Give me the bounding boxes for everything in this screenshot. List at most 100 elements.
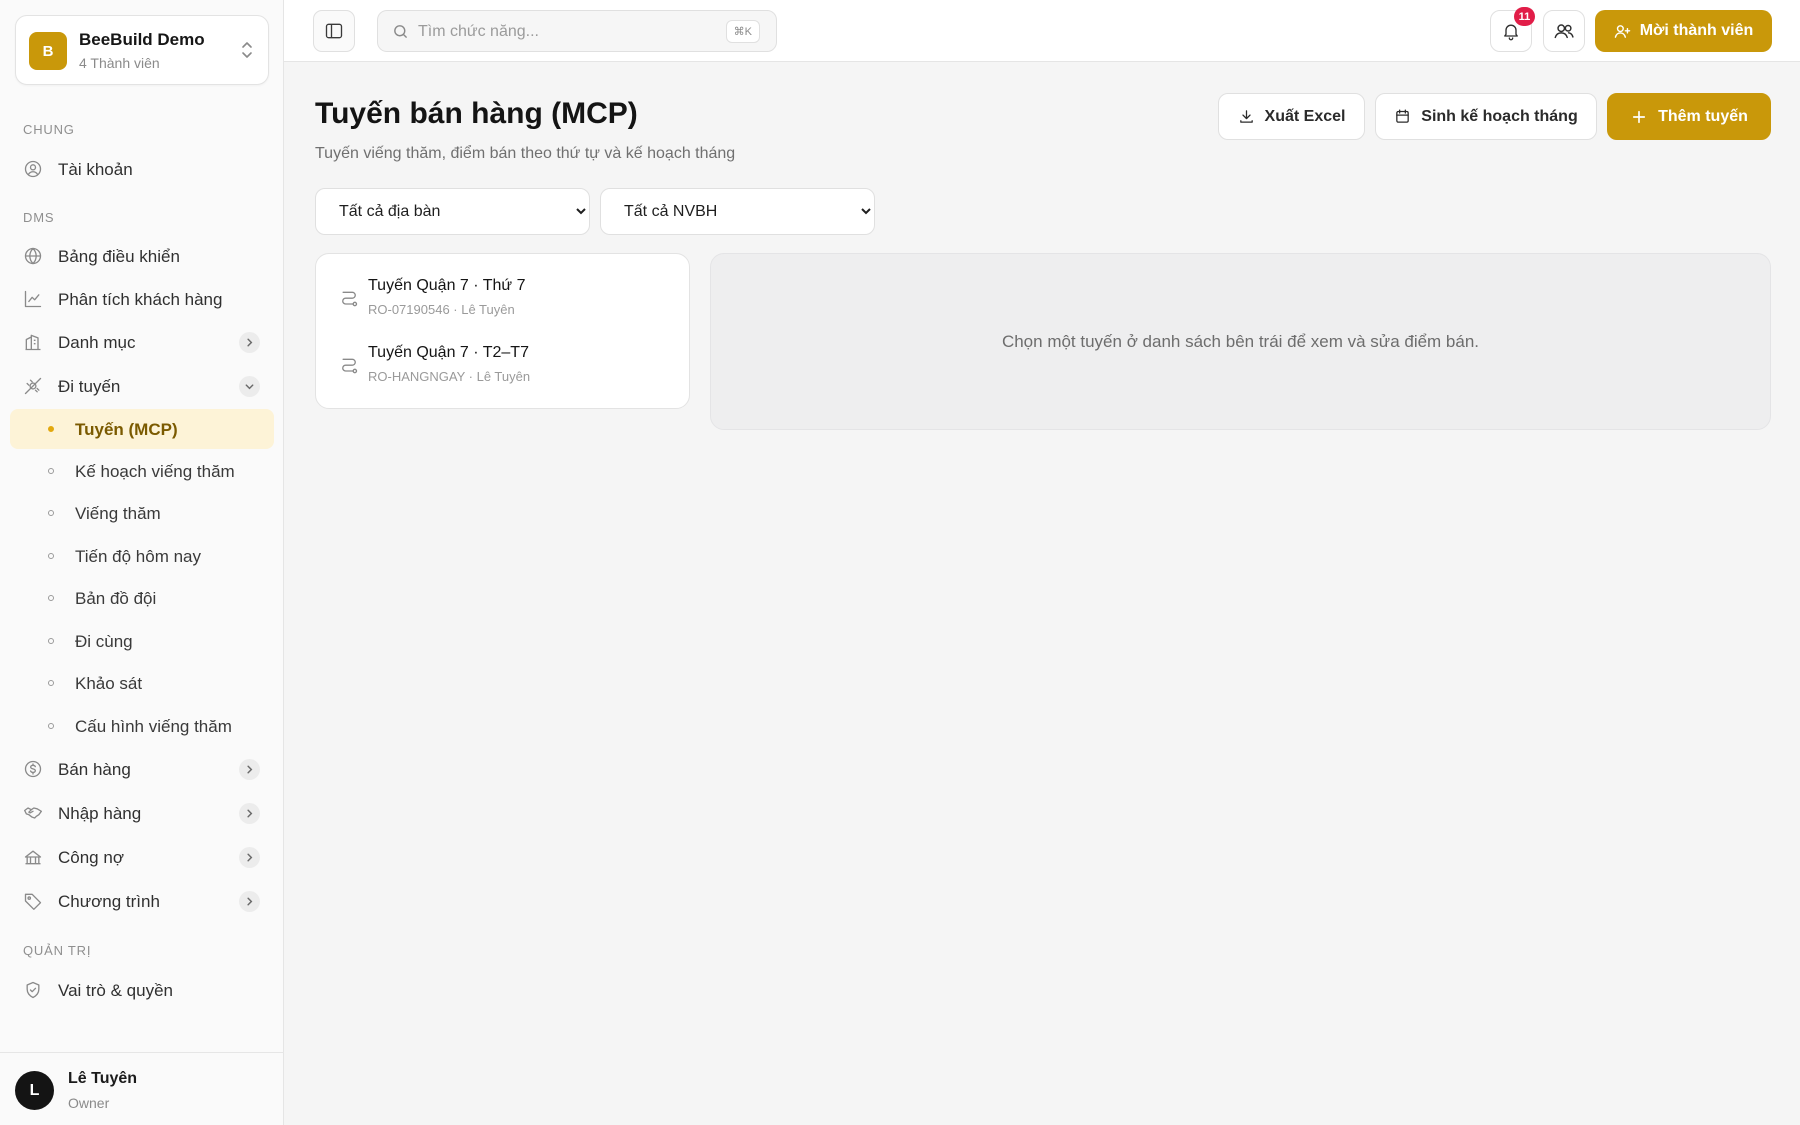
chevrons-up-down-icon	[242, 42, 252, 58]
route-meta: RO-HANGNGAY · Lê Tuyên	[368, 369, 531, 384]
notification-count-badge: 11	[1514, 7, 1535, 26]
sidebar-item-programs[interactable]: Chương trình	[10, 881, 274, 921]
user-menu[interactable]: L Lê Tuyên Owner	[0, 1052, 284, 1125]
list-item[interactable]: Tuyến Quận 7 · T2–T7 RO-HANGNGAY · Lê Tu…	[316, 334, 691, 396]
sidebar-item-purchasing[interactable]: Nhập hàng	[10, 793, 274, 833]
staff-filter-select[interactable]: Tất cả NVBH	[600, 188, 875, 235]
bullet-icon	[48, 553, 54, 559]
workspace-members: 4 Thành viên	[79, 55, 160, 71]
sidebar-item-label: Công nợ	[58, 848, 124, 867]
route-icon	[342, 291, 358, 307]
sidebar-item-customer-analysis[interactable]: Phân tích khách hàng	[10, 279, 274, 319]
bullet-icon	[48, 638, 54, 644]
page-subtitle: Tuyến viếng thăm, điểm bán theo thứ tự v…	[315, 145, 736, 162]
calendar-icon	[1396, 109, 1410, 123]
sidebar-subitem-visits[interactable]: Viếng thăm	[10, 493, 274, 533]
members-button[interactable]	[1543, 10, 1585, 52]
sidebar-toggle-button[interactable]	[313, 10, 355, 52]
sidebar-subitem-label: Đi cùng	[75, 632, 133, 651]
sidebar-item-sales[interactable]: Bán hàng	[10, 749, 274, 789]
section-label-admin: QUẢN TRỊ	[23, 943, 92, 958]
bullet-icon	[48, 426, 54, 432]
section-label-general: CHUNG	[23, 122, 75, 137]
empty-state-message: Chọn một tuyến ở danh sách bên trái để x…	[1001, 331, 1480, 351]
section-label-dms: DMS	[23, 210, 55, 225]
sidebar-subitem-label: Tiến độ hôm nay	[75, 547, 201, 566]
avatar: L	[15, 1071, 54, 1110]
chevron-right-icon[interactable]	[239, 891, 260, 912]
sidebar-item-label: Phân tích khách hàng	[58, 290, 223, 309]
shortcut-hint: ⌘K	[725, 20, 760, 43]
globe-icon	[24, 247, 42, 265]
download-icon	[1239, 110, 1253, 123]
list-item[interactable]: Tuyến Quận 7 · Thứ 7 RO-07190546 · Lê Tu…	[316, 267, 691, 329]
route-pin-icon	[24, 377, 42, 395]
sidebar-item-catalog[interactable]: Danh mục	[10, 322, 274, 362]
user-plus-icon	[1614, 24, 1630, 38]
export-excel-button[interactable]: Xuất Excel	[1218, 93, 1365, 140]
sidebar-item-dashboard[interactable]: Bảng điều khiển	[10, 236, 274, 276]
sidebar-subitem-ride-along[interactable]: Đi cùng	[10, 621, 274, 661]
sidebar-subitem-survey[interactable]: Khảo sát	[10, 663, 274, 703]
sidebar-item-debt[interactable]: Công nợ	[10, 837, 274, 877]
sidebar-subitem-label: Tuyến (MCP)	[75, 420, 178, 439]
users-icon	[1554, 24, 1574, 39]
building-icon	[25, 334, 41, 351]
area-filter-select[interactable]: Tất cả địa bàn	[315, 188, 590, 235]
invite-member-label: Mời thành viên	[1639, 22, 1754, 39]
sidebar-item-roles[interactable]: Vai trò & quyền	[10, 970, 274, 1010]
sidebar-item-label: Đi tuyến	[58, 377, 121, 396]
route-list: Tuyến Quận 7 · Thứ 7 RO-07190546 · Lê Tu…	[315, 253, 690, 409]
user-circle-icon	[24, 160, 42, 178]
user-role: Owner	[68, 1095, 110, 1111]
route-name: Tuyến Quận 7 · T2–T7	[368, 344, 529, 361]
search-icon	[394, 25, 407, 38]
page-title: Tuyến bán hàng (MCP)	[315, 97, 638, 130]
chevron-down-icon[interactable]	[239, 376, 260, 397]
sidebar-item-label: Vai trò & quyền	[58, 981, 173, 1000]
chevron-right-icon[interactable]	[239, 847, 260, 868]
route-meta: RO-07190546 · Lê Tuyên	[368, 302, 515, 317]
sidebar: B BeeBuild Demo 4 Thành viên CHUNG Tài k…	[0, 0, 284, 1125]
sidebar-subitem-team-map[interactable]: Bản đồ đội	[10, 578, 274, 618]
chevron-right-icon[interactable]	[239, 759, 260, 780]
sidebar-item-routing[interactable]: Đi tuyến	[10, 366, 274, 406]
sidebar-subitem-visit-config[interactable]: Cấu hình viếng thăm	[10, 706, 274, 746]
chevron-right-icon[interactable]	[239, 332, 260, 353]
sidebar-item-label: Danh mục	[58, 333, 136, 352]
sidebar-item-label: Bảng điều khiển	[58, 247, 180, 266]
workspace-switcher[interactable]: B BeeBuild Demo 4 Thành viên	[15, 15, 269, 85]
add-route-label: Thêm tuyến	[1658, 107, 1748, 125]
sidebar-subitem-today-progress[interactable]: Tiến độ hôm nay	[10, 536, 274, 576]
panel-left-icon	[325, 23, 343, 39]
user-name: Lê Tuyên	[68, 1070, 138, 1087]
handshake-icon	[24, 807, 42, 819]
search-input[interactable]	[418, 20, 718, 44]
sidebar-subitem-label: Bản đồ đội	[75, 589, 157, 608]
tag-icon	[24, 893, 42, 910]
sidebar-item-label: Chương trình	[58, 892, 160, 911]
route-name: Tuyến Quận 7 · Thứ 7	[368, 277, 526, 294]
sidebar-subitem-label: Kế hoạch viếng thăm	[75, 462, 235, 481]
sidebar-subitem-visit-plan[interactable]: Kế hoạch viếng thăm	[10, 451, 274, 491]
notifications-button[interactable]: 11	[1490, 7, 1535, 52]
generate-monthly-plan-label: Sinh kế hoạch tháng	[1421, 107, 1578, 125]
workspace-name: BeeBuild Demo	[79, 30, 205, 49]
topbar: ⌘K 11 Mời thành viên	[284, 0, 1800, 62]
route-detail-empty-state: Chọn một tuyến ở danh sách bên trái để x…	[710, 253, 1771, 430]
sidebar-subitem-mcp[interactable]: Tuyến (MCP)	[10, 409, 274, 449]
sidebar-item-account[interactable]: Tài khoản	[10, 149, 274, 189]
add-route-button[interactable]: Thêm tuyến	[1607, 93, 1771, 140]
sidebar-item-label: Nhập hàng	[58, 804, 142, 823]
bullet-icon	[48, 595, 54, 601]
bank-icon	[24, 850, 42, 865]
bullet-icon	[48, 723, 54, 729]
chevron-right-icon[interactable]	[239, 803, 260, 824]
dollar-circle-icon	[24, 760, 42, 778]
invite-member-button[interactable]: Mời thành viên	[1595, 10, 1772, 52]
search-box[interactable]: ⌘K	[377, 10, 777, 52]
bullet-icon	[48, 510, 54, 516]
plus-icon	[1633, 110, 1646, 123]
generate-monthly-plan-button[interactable]: Sinh kế hoạch tháng	[1375, 93, 1597, 140]
sidebar-item-label: Bán hàng	[58, 760, 131, 779]
